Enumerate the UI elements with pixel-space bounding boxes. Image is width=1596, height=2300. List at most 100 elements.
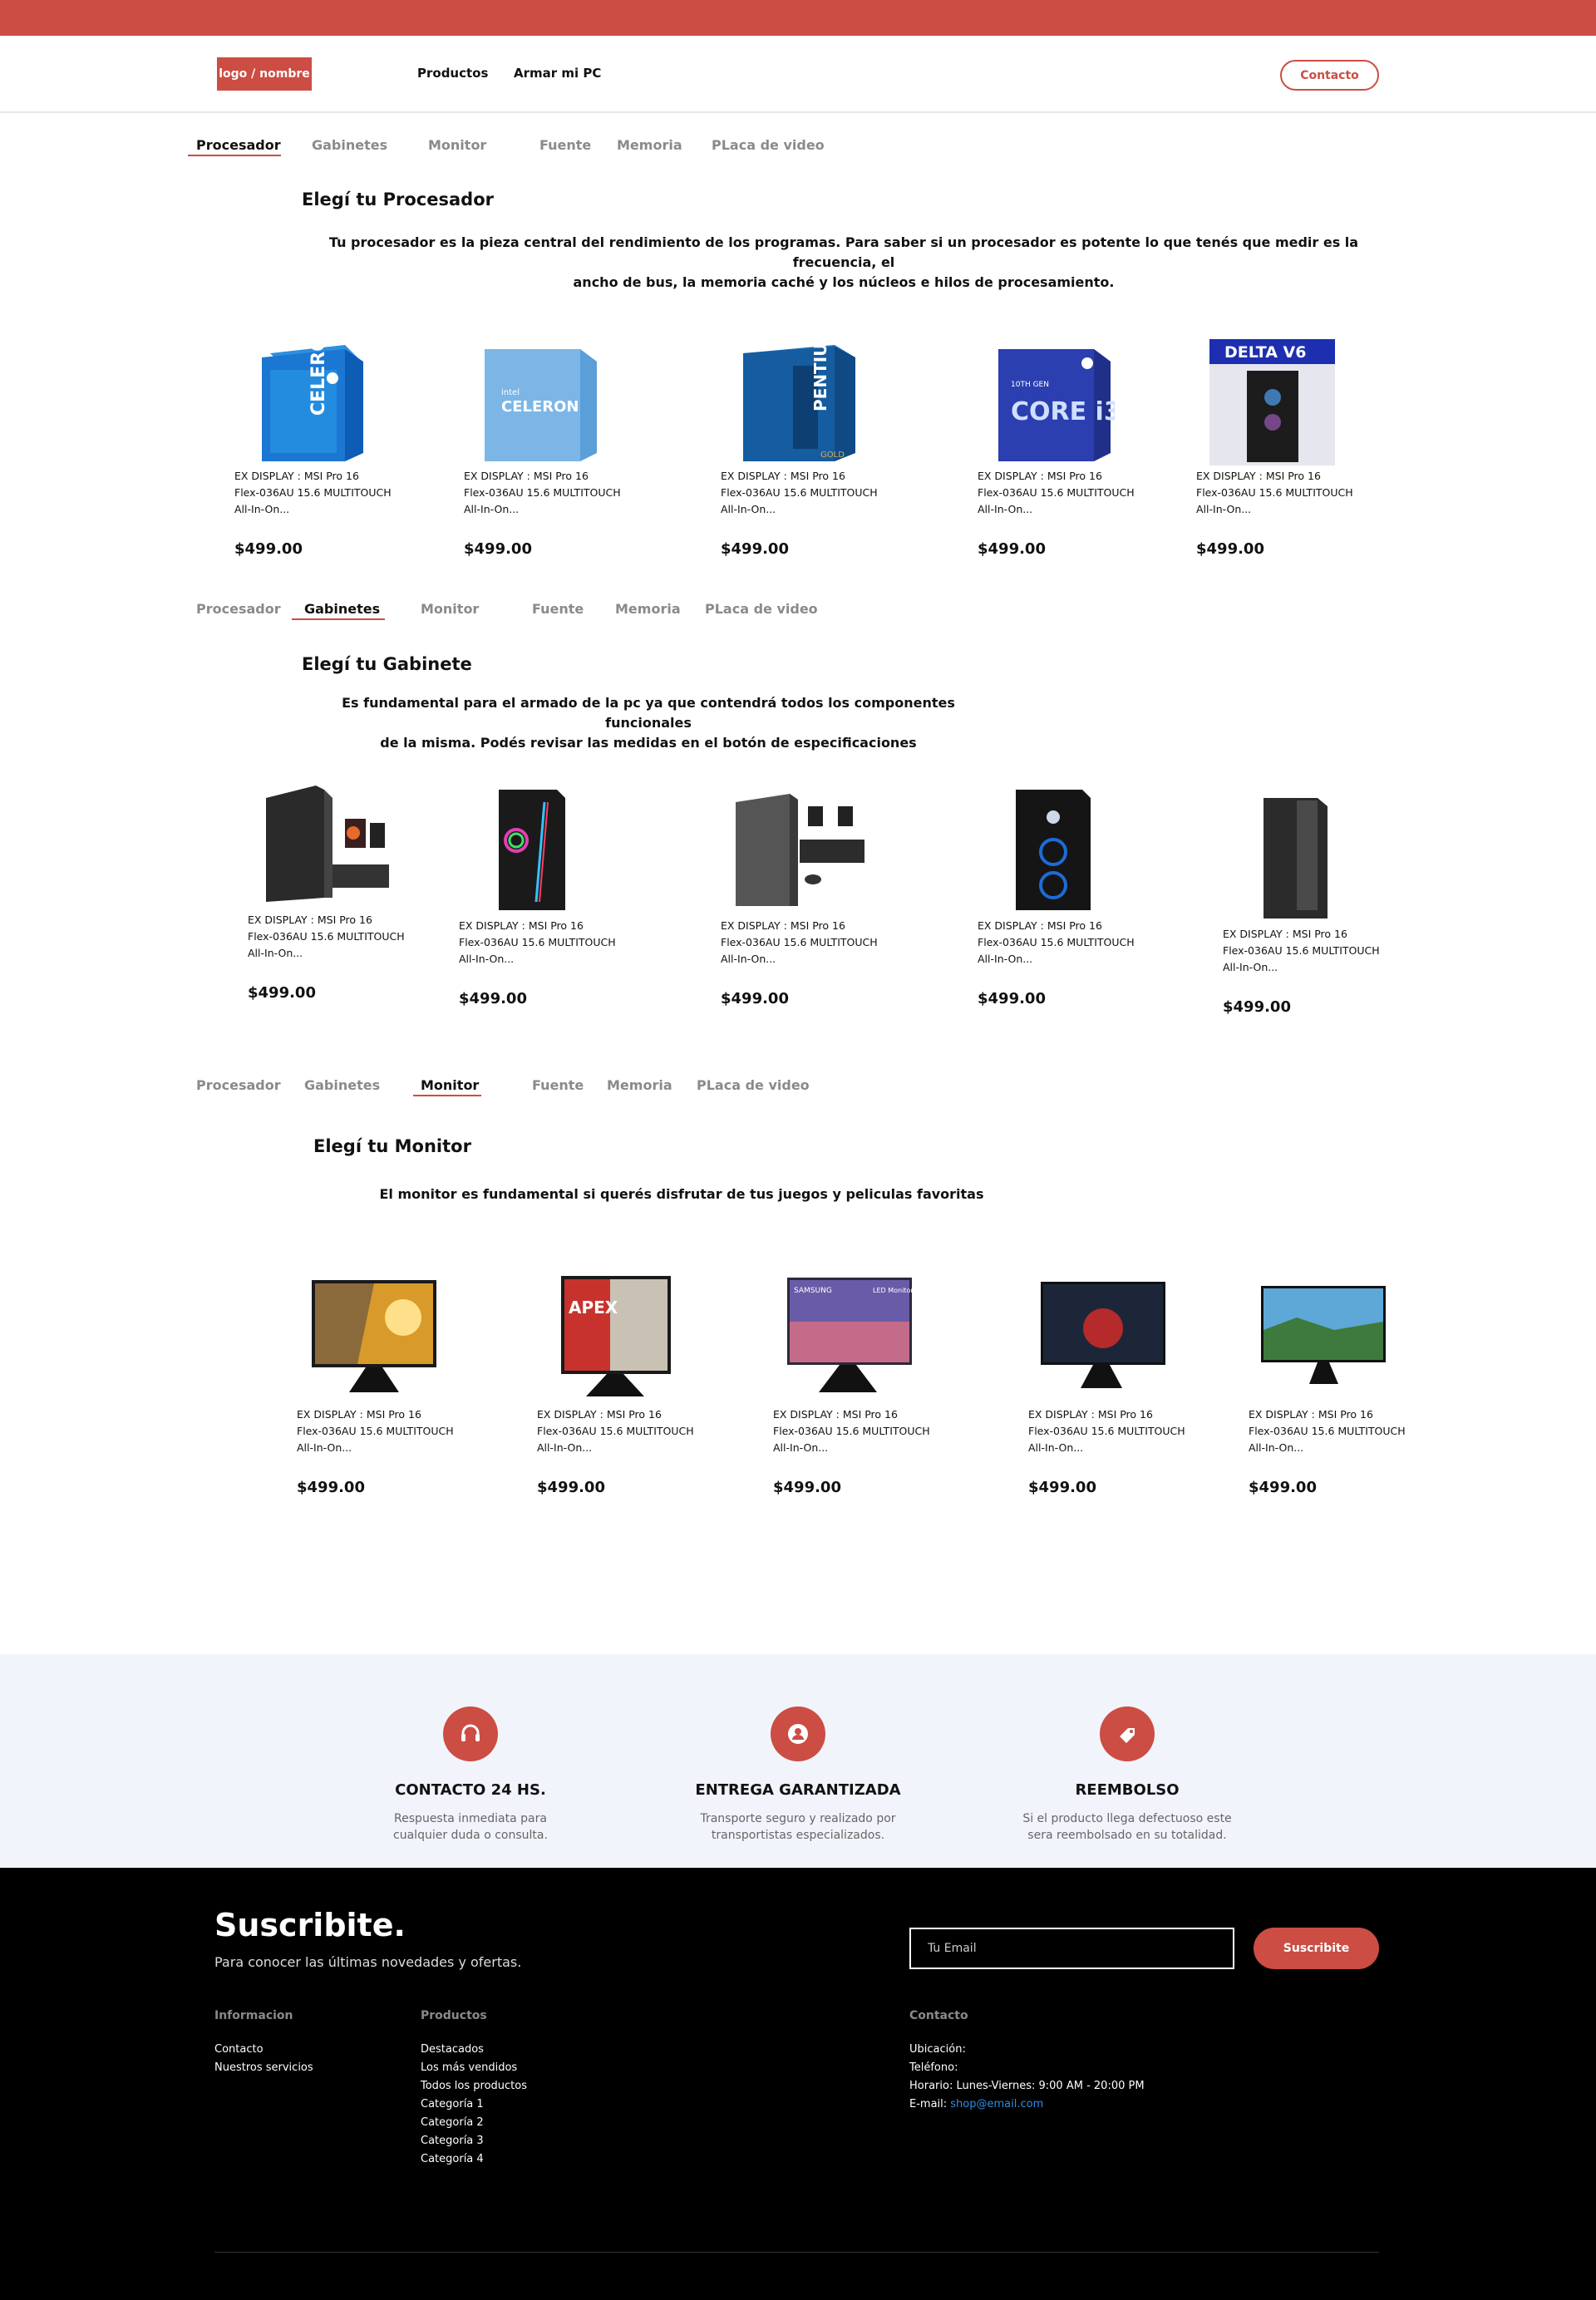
monitor-landscape-image bbox=[1261, 1286, 1386, 1384]
product-price: $499.00 bbox=[464, 540, 532, 558]
footer-link[interactable]: Categoría 1 bbox=[421, 2098, 484, 2110]
contact-email-link[interactable]: shop@email.com bbox=[950, 2098, 1043, 2110]
top-bar bbox=[0, 0, 1596, 36]
product-name-line: All-In-On... bbox=[773, 1441, 829, 1454]
footer-divider bbox=[214, 2252, 1379, 2253]
tab-memoria[interactable]: Memoria bbox=[617, 137, 682, 153]
tab-monitor[interactable]: Monitor bbox=[421, 601, 479, 617]
product-name-line: Flex-036AU 15.6 MULTITOUCH bbox=[459, 936, 616, 948]
headset-icon bbox=[443, 1707, 498, 1761]
nav-productos[interactable]: Productos bbox=[417, 66, 488, 81]
tab-placa-video[interactable]: PLaca de video bbox=[697, 1077, 810, 1093]
feature-text: Transporte seguro y realizado por transp… bbox=[700, 1812, 896, 1842]
product-name-line: All-In-On... bbox=[297, 1441, 352, 1454]
svg-text:LED Monitor: LED Monitor bbox=[873, 1287, 914, 1294]
feature-reembolso: REEMBOLSO Si el producto llega defectuos… bbox=[994, 1707, 1260, 1844]
product-name-line: All-In-On... bbox=[464, 503, 520, 515]
tag-icon bbox=[1100, 1707, 1155, 1761]
product-name-line: All-In-On... bbox=[234, 503, 290, 515]
svg-text:PENTIUM: PENTIUM bbox=[810, 337, 830, 411]
footer-link[interactable]: Destacados bbox=[421, 2043, 484, 2056]
footer-link[interactable]: Contacto bbox=[214, 2043, 264, 2056]
section-description: Es fundamental para el armado de la pc y… bbox=[342, 695, 955, 751]
tab-placa-video[interactable]: PLaca de video bbox=[705, 601, 818, 617]
product-name-line: Flex-036AU 15.6 MULTITOUCH bbox=[978, 486, 1135, 499]
celeron-box-image: intel CELERON bbox=[485, 349, 597, 461]
feature-title: REEMBOLSO bbox=[1075, 1781, 1180, 1799]
footer-link[interactable]: Categoría 4 bbox=[421, 2153, 484, 2165]
tab-gabinetes[interactable]: Gabinetes bbox=[304, 1077, 380, 1093]
email-input[interactable] bbox=[909, 1928, 1234, 1969]
product-price: $499.00 bbox=[1196, 540, 1264, 558]
logo[interactable]: logo / nombre bbox=[217, 57, 312, 91]
footer-link[interactable]: Nuestros servicios bbox=[214, 2061, 313, 2074]
product-name-line: All-In-On... bbox=[721, 953, 776, 965]
contact-button[interactable]: Contacto bbox=[1280, 60, 1379, 91]
product-name-line: Flex-036AU 15.6 MULTITOUCH bbox=[978, 936, 1135, 948]
pc-case-tower-image bbox=[1264, 798, 1328, 919]
product-name-line: All-In-On... bbox=[978, 503, 1033, 515]
product-name-line: Flex-036AU 15.6 MULTITOUCH bbox=[1249, 1425, 1406, 1437]
product-name-line: All-In-On... bbox=[537, 1441, 593, 1454]
product-name-line: Flex-036AU 15.6 MULTITOUCH bbox=[721, 936, 878, 948]
user-icon bbox=[771, 1707, 825, 1761]
footer-link[interactable]: Categoría 2 bbox=[421, 2116, 484, 2129]
feature-text: Si el producto llega defectuoso este ser… bbox=[1022, 1812, 1232, 1842]
subscribe-subtitle: Para conocer las últimas novedades y ofe… bbox=[214, 1954, 522, 1970]
tab-gabinetes[interactable]: Gabinetes bbox=[304, 601, 380, 617]
celeron-box-image: CELERON bbox=[262, 337, 363, 461]
footer-link[interactable]: Todos los productos bbox=[421, 2080, 527, 2092]
product-name-line: Flex-036AU 15.6 MULTITOUCH bbox=[1028, 1425, 1185, 1437]
contact-info: Horario: Lunes-Viernes: 9:00 AM - 20:00 … bbox=[909, 2080, 1145, 2092]
product-name-line: Flex-036AU 15.6 MULTITOUCH bbox=[773, 1425, 930, 1437]
product-name-line: EX DISPLAY : MSI Pro 16 bbox=[459, 919, 584, 932]
active-tab-indicator bbox=[413, 1095, 481, 1096]
tab-procesador[interactable]: Procesador bbox=[196, 601, 281, 617]
product-name-line: EX DISPLAY : MSI Pro 16 bbox=[721, 919, 845, 932]
product-name-line: EX DISPLAY : MSI Pro 16 bbox=[1196, 470, 1321, 482]
contact-info: Ubicación: bbox=[909, 2043, 966, 2056]
product-name-line: EX DISPLAY : MSI Pro 16 bbox=[464, 470, 589, 482]
product-name-line: EX DISPLAY : MSI Pro 16 bbox=[978, 470, 1102, 482]
tab-monitor[interactable]: Monitor bbox=[428, 137, 486, 153]
contact-info: Teléfono: bbox=[909, 2061, 958, 2074]
monitor-samsung-image: SAMSUNG LED Monitor bbox=[787, 1278, 914, 1392]
product-name-line: EX DISPLAY : MSI Pro 16 bbox=[1249, 1408, 1373, 1421]
product-name-line: All-In-On... bbox=[459, 953, 515, 965]
tab-gabinetes[interactable]: Gabinetes bbox=[312, 137, 387, 153]
svg-text:APEX: APEX bbox=[569, 1298, 618, 1317]
feature-text: Respuesta inmediata para cualquier duda … bbox=[393, 1812, 548, 1842]
product-name-line: Flex-036AU 15.6 MULTITOUCH bbox=[721, 486, 878, 499]
tab-memoria[interactable]: Memoria bbox=[615, 601, 681, 617]
monitor-spiderman-image bbox=[1041, 1282, 1165, 1388]
section-title: Elegí tu Procesador bbox=[302, 190, 494, 209]
tab-procesador[interactable]: Procesador bbox=[196, 137, 281, 153]
product-name-line: All-In-On... bbox=[248, 947, 303, 959]
product-name-line: Flex-036AU 15.6 MULTITOUCH bbox=[1196, 486, 1353, 499]
product-name-line: Flex-036AU 15.6 MULTITOUCH bbox=[1223, 944, 1380, 957]
contact-email-label: E-mail: bbox=[909, 2098, 951, 2110]
footer-link[interactable]: Los más vendidos bbox=[421, 2061, 517, 2074]
tab-memoria[interactable]: Memoria bbox=[607, 1077, 672, 1093]
subscribe-button[interactable]: Suscribite bbox=[1254, 1928, 1379, 1969]
tab-procesador[interactable]: Procesador bbox=[196, 1077, 281, 1093]
product-price: $499.00 bbox=[1249, 1479, 1317, 1496]
footer-col-title: Contacto bbox=[909, 2009, 968, 2022]
tab-fuente[interactable]: Fuente bbox=[532, 601, 584, 617]
section-description: Tu procesador es la pieza central del re… bbox=[328, 234, 1359, 290]
pc-case-fans-image bbox=[1016, 790, 1091, 910]
tab-fuente[interactable]: Fuente bbox=[532, 1077, 584, 1093]
product-name-line: All-In-On... bbox=[721, 503, 776, 515]
svg-text:CELERON: CELERON bbox=[501, 398, 579, 416]
section-title: Elegí tu Gabinete bbox=[302, 654, 472, 674]
footer-col-title: Informacion bbox=[214, 2009, 293, 2022]
section-title: Elegí tu Monitor bbox=[313, 1136, 471, 1156]
product-price: $499.00 bbox=[537, 1479, 605, 1496]
tab-placa-video[interactable]: PLaca de video bbox=[712, 137, 825, 153]
tab-fuente[interactable]: Fuente bbox=[539, 137, 591, 153]
footer-link[interactable]: Categoría 3 bbox=[421, 2135, 484, 2147]
product-name-line: All-In-On... bbox=[1249, 1441, 1304, 1454]
product-price: $499.00 bbox=[234, 540, 303, 558]
nav-armar-pc[interactable]: Armar mi PC bbox=[514, 66, 601, 81]
tab-monitor[interactable]: Monitor bbox=[421, 1077, 479, 1093]
